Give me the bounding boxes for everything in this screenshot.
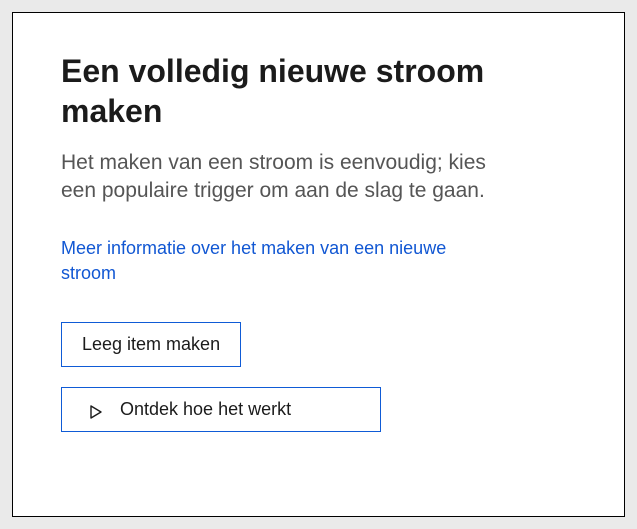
actions-group: Leeg item maken Ontdek hoe het werkt: [61, 322, 576, 432]
create-blank-label: Leeg item maken: [82, 334, 220, 355]
discover-label: Ontdek hoe het werkt: [120, 399, 291, 420]
play-icon: [90, 403, 102, 417]
discover-button[interactable]: Ontdek hoe het werkt: [61, 387, 381, 432]
create-blank-button[interactable]: Leeg item maken: [61, 322, 241, 367]
panel-heading: Een volledig nieuwe stroom maken: [61, 51, 576, 131]
create-flow-panel: Een volledig nieuwe stroom maken Het mak…: [12, 12, 625, 517]
panel-description: Het maken van een stroom is eenvoudig; k…: [61, 149, 501, 206]
learn-more-link[interactable]: Meer informatie over het maken van een n…: [61, 236, 501, 286]
